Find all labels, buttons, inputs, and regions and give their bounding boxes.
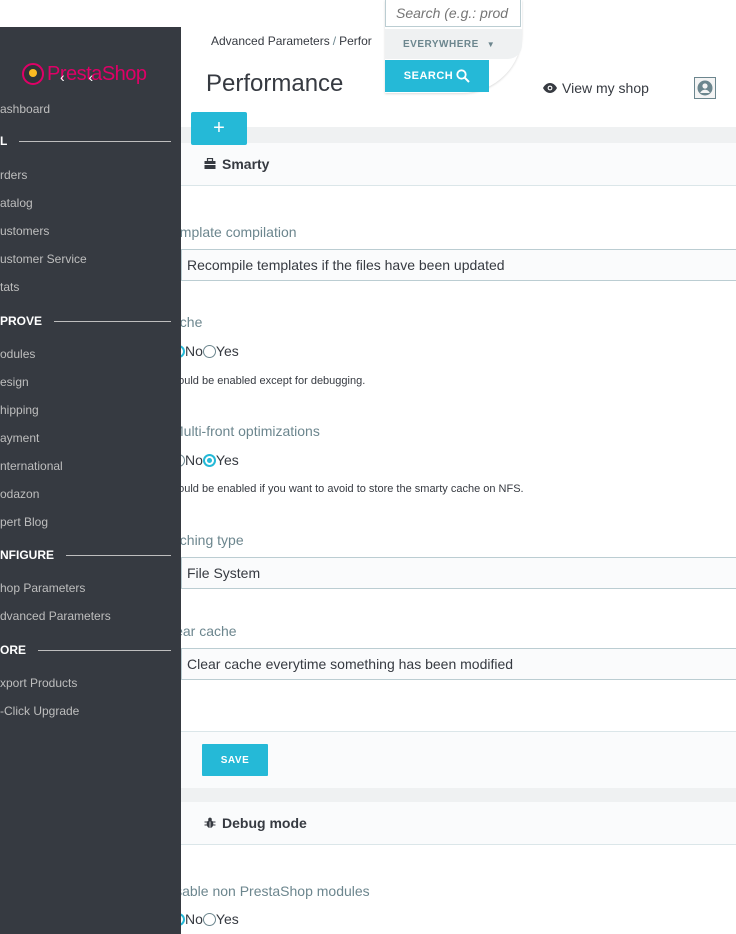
cache-yes-label[interactable]: Yes	[216, 343, 239, 359]
multifront-no-label[interactable]: No	[185, 452, 203, 468]
account-circle-icon	[697, 80, 713, 96]
multifront-radio-group: No Yes	[172, 452, 239, 468]
sidebar: PrestaShop ‹ ‹ ashboard Lrders atalog ustom…	[0, 27, 181, 934]
view-shop-label: View my shop	[562, 80, 649, 96]
sidebar-item[interactable]: xport Products	[0, 676, 77, 690]
breadcrumb-current: Perfor	[339, 34, 372, 48]
disable-modules-label: isable non PrestaShop modules	[172, 883, 370, 899]
user-icon[interactable]	[694, 77, 716, 99]
sidebar-section-label: L	[0, 134, 8, 148]
sidebar-section-divider	[19, 140, 171, 142]
multifront-yes-label[interactable]: Yes	[216, 452, 239, 468]
disable-modules-yes-label[interactable]: Yes	[216, 911, 239, 927]
disable-modules-yes-radio[interactable]	[202, 912, 216, 926]
disable-modules-no-label[interactable]: No	[185, 911, 203, 927]
sidebar-item[interactable]: ashboard	[0, 102, 50, 116]
sidebar-item[interactable]: -Click Upgrade	[0, 704, 79, 718]
add-button[interactable]: +	[191, 112, 247, 145]
bug-icon	[204, 817, 216, 828]
sidebar-item[interactable]: dvanced Parameters	[0, 609, 111, 623]
page-title: Performance	[206, 70, 344, 97]
breadcrumb-parent[interactable]: Advanced Parameters	[211, 34, 330, 48]
sidebar-item[interactable]: tats	[0, 280, 19, 294]
sidebar-section-label: ORE	[0, 643, 27, 657]
sidebar-item[interactable]: hipping	[0, 403, 39, 417]
breadcrumb: Advanced Parameters / Perfor	[211, 34, 372, 48]
multifront-yes-radio[interactable]	[202, 453, 216, 467]
brand-second: Shop	[101, 62, 147, 85]
sidebar-section-divider	[38, 649, 171, 651]
search-scope-label: EVERYWHERE	[403, 38, 479, 50]
search-button-label: SEARCH	[403, 70, 454, 82]
sidebar-section-label: PROVE	[0, 314, 43, 328]
caching-type-label: aching type	[172, 532, 244, 548]
sidebar-item[interactable]: atalog	[0, 196, 33, 210]
breadcrumb-separator: /	[332, 34, 337, 48]
sidebar-section-label: NFIGURE	[0, 548, 54, 562]
collapse-menu-icon[interactable]: ‹ ‹	[60, 69, 103, 85]
sidebar-item[interactable]: odazon	[0, 487, 39, 501]
sidebar-item[interactable]: esign	[0, 375, 29, 389]
sidebar-item[interactable]: pert Blog	[0, 515, 48, 529]
sidebar-item[interactable]: nternational	[0, 459, 63, 473]
smarty-panel-heading: Smarty	[181, 143, 736, 186]
sidebar-section: L	[0, 134, 171, 148]
debug-panel-heading: Debug mode	[181, 802, 736, 845]
caching-type-select[interactable]: File System	[181, 557, 736, 589]
multifront-label: Multi-front optimizations	[172, 423, 320, 439]
search-scope-dropdown[interactable]: EVERYWHERE ▼	[385, 29, 522, 59]
sidebar-item[interactable]: ustomers	[0, 224, 49, 238]
sidebar-section: ORE	[0, 643, 171, 657]
cache-radio-group: No Yes	[172, 343, 239, 359]
clear-cache-select[interactable]: Clear cache everytime something has been…	[181, 648, 736, 680]
disable-modules-radio-group: No Yes	[172, 911, 239, 927]
sidebar-item[interactable]: hop Parameters	[0, 581, 85, 595]
view-shop-link[interactable]: View my shop	[543, 80, 649, 96]
sidebar-section: NFIGURE	[0, 548, 171, 562]
sidebar-item[interactable]: odules	[0, 347, 35, 361]
template-compilation-label: emplate compilation	[172, 224, 297, 240]
clear-cache-label: lear cache	[172, 623, 237, 639]
prestashop-logo-icon	[22, 63, 44, 85]
search-panel: EVERYWHERE ▼ SEARCH	[385, 0, 522, 93]
sidebar-item[interactable]: ayment	[0, 431, 39, 445]
sidebar-section-divider	[54, 320, 171, 322]
template-compilation-select[interactable]: Recompile templates if the files have be…	[181, 249, 736, 281]
sidebar-item[interactable]: ustomer Service	[0, 252, 87, 266]
search-icon	[456, 69, 470, 83]
briefcase-icon	[204, 158, 216, 169]
save-button[interactable]: SAVE	[202, 744, 268, 776]
multifront-help-text: hould be enabled if you want to avoid to…	[172, 483, 524, 495]
sidebar-section-divider	[66, 554, 171, 556]
eye-icon	[543, 83, 557, 93]
cache-yes-radio[interactable]	[202, 344, 216, 358]
cache-help-text: hould be enabled except for debugging.	[172, 375, 366, 387]
caret-down-icon: ▼	[486, 39, 496, 49]
debug-heading: Debug mode	[222, 815, 307, 831]
sidebar-item[interactable]: rders	[0, 168, 27, 182]
sidebar-section: PROVE	[0, 314, 171, 328]
search-button[interactable]: SEARCH	[385, 60, 489, 92]
smarty-heading: Smarty	[222, 156, 270, 172]
cache-no-label[interactable]: No	[185, 343, 203, 359]
search-input[interactable]	[385, 0, 521, 27]
